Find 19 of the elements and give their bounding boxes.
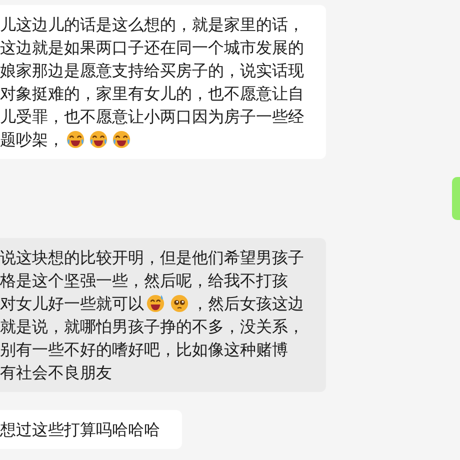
message-text: 格是这个坚强一些，然后呢，给我不打孩 xyxy=(0,270,288,292)
message-text: 说这块想的比较开明，但是他们希望男孩子 xyxy=(0,247,304,269)
message-text: 有社会不良朋友 xyxy=(0,362,112,384)
smiling-sweat-face-icon xyxy=(146,294,165,313)
laughing-face-icon xyxy=(112,130,131,149)
pleading-face-icon xyxy=(170,294,189,313)
message-text: 娘家那边是愿意支持给买房子的，说实话现 xyxy=(0,60,304,82)
message-text: 儿受罪，也不愿意让小两口因为房子一些经 xyxy=(0,106,304,128)
message-text: ，然后女孩这边 xyxy=(192,293,304,315)
message-text: 儿这边儿的话是这么想的，就是家里的话， xyxy=(0,14,304,36)
message-text: 对女儿好一些就可以 xyxy=(0,293,144,315)
message-text: 对象挺难的，家里有女儿的，也不愿意让自 xyxy=(0,83,304,105)
laughing-face-icon xyxy=(66,130,85,149)
message-text: 别有一些不好的嗜好吧，比如像这种赌博 xyxy=(0,339,288,361)
message-text: 就是说，就哪怕男孩子挣的不多，没关系， xyxy=(0,316,304,338)
laughing-face-icon xyxy=(89,130,108,149)
message-text: 这边就是如果两口子还在同一个城市发展的 xyxy=(0,37,304,59)
message-text: 题吵架， xyxy=(0,129,64,151)
message-text: 想过这些打算吗哈哈哈 xyxy=(0,419,160,441)
